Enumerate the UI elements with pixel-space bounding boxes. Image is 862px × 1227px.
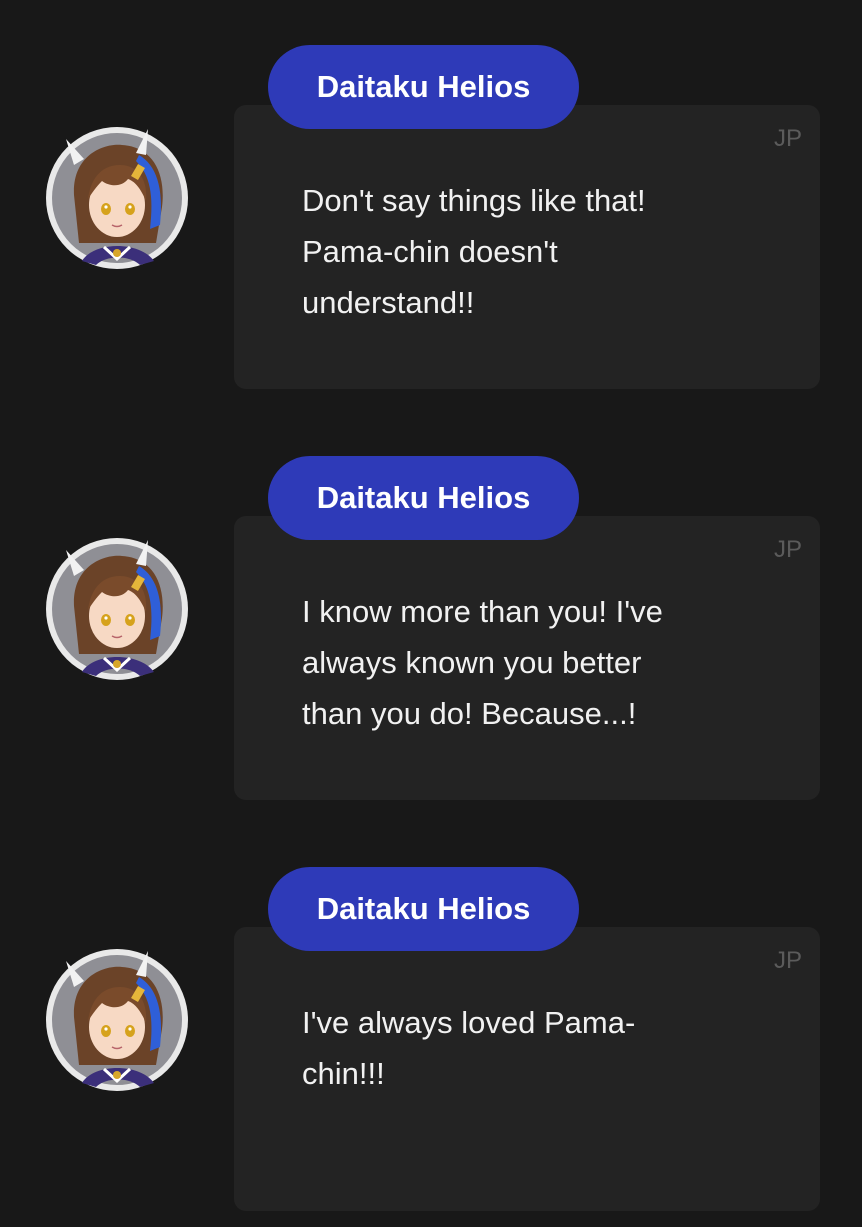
character-avatar[interactable] (44, 125, 190, 271)
avatar-icon (46, 949, 188, 1091)
dialogue-message: JP Don't say things like that! Pama-chin… (0, 45, 862, 405)
avatar-icon (46, 127, 188, 269)
message-bubble: JP Don't say things like that! Pama-chin… (234, 105, 820, 389)
character-avatar[interactable] (44, 536, 190, 682)
message-bubble: JP I've always loved Pama- chin!!! (234, 927, 820, 1211)
character-avatar[interactable] (44, 947, 190, 1093)
dialogue-message: JP I've always loved Pama- chin!!! Daita… (0, 867, 862, 1227)
language-toggle[interactable]: JP (774, 536, 802, 564)
message-text: Don't say things like that! Pama-chin do… (302, 183, 646, 320)
message-text: I've always loved Pama- chin!!! (302, 1005, 636, 1091)
language-toggle[interactable]: JP (774, 947, 802, 975)
speaker-name-tag[interactable]: Daitaku Helios (268, 45, 579, 129)
speaker-name-tag[interactable]: Daitaku Helios (268, 867, 579, 951)
dialogue-message: JP I know more than you! I've always kno… (0, 456, 862, 816)
message-bubble: JP I know more than you! I've always kno… (234, 516, 820, 800)
language-toggle[interactable]: JP (774, 125, 802, 153)
speaker-name-tag[interactable]: Daitaku Helios (268, 456, 579, 540)
message-text: I know more than you! I've always known … (302, 594, 663, 731)
avatar-icon (46, 538, 188, 680)
